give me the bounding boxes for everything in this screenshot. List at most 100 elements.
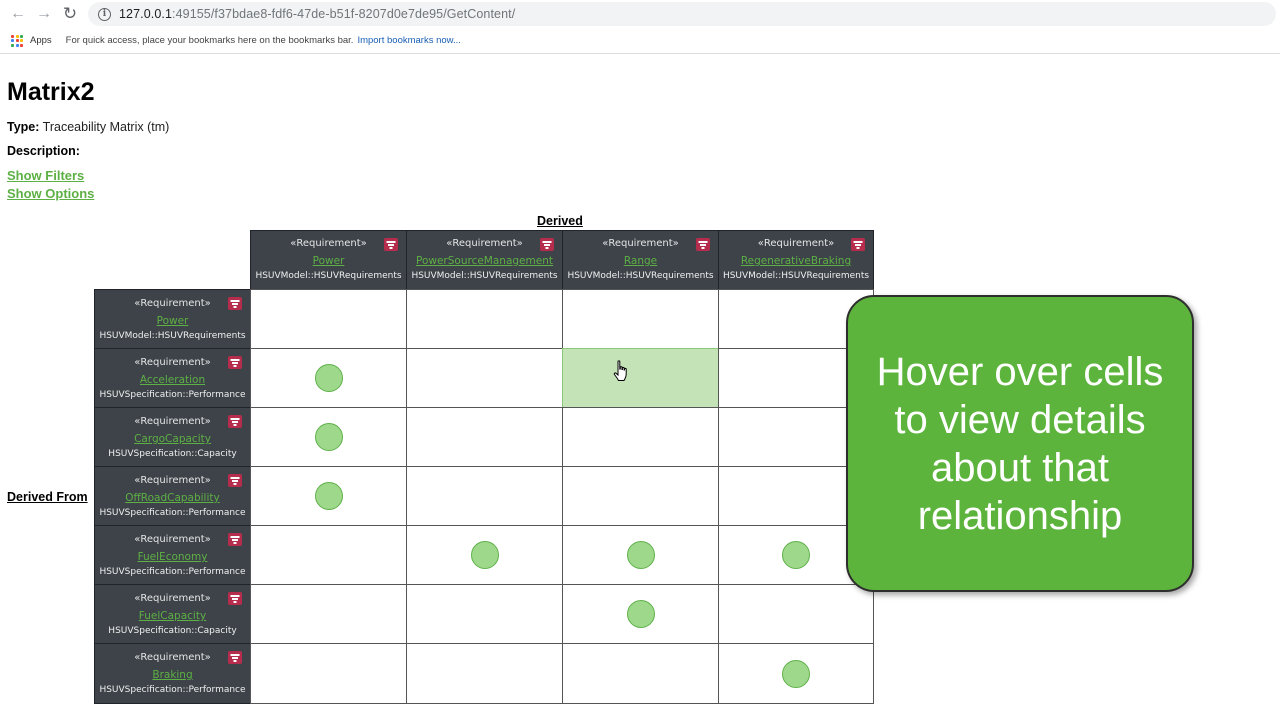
column-package-path: HSUVModel::HSUVRequirements	[567, 271, 714, 281]
matrix-cell[interactable]	[250, 466, 407, 526]
matrix-cell[interactable]	[562, 289, 719, 349]
row-axis-label: Derived From	[7, 490, 88, 504]
relationship-dot[interactable]	[314, 364, 343, 392]
matrix-cell[interactable]	[250, 407, 407, 467]
filter-icon[interactable]	[851, 238, 865, 251]
matrix-cell[interactable]	[562, 525, 719, 585]
bookmarks-bar: Apps For quick access, place your bookma…	[0, 28, 1280, 54]
relationship-dot[interactable]	[470, 541, 499, 569]
matrix-cell[interactable]	[562, 407, 719, 467]
matrix-cell[interactable]	[406, 525, 563, 585]
matrix-cell[interactable]	[562, 466, 719, 526]
row-stereotype: «Requirement»	[134, 593, 211, 604]
row-requirement-link[interactable]: Acceleration	[95, 374, 250, 386]
reload-button[interactable]: ↻	[60, 4, 80, 24]
relationship-dot[interactable]	[314, 423, 343, 451]
row-header: «Requirement» CargoCapacity HSUVSpecific…	[94, 407, 251, 467]
relationship-dot[interactable]	[314, 482, 343, 510]
show-options-link[interactable]: Show Options	[7, 186, 94, 201]
row-stereotype: «Requirement»	[134, 652, 211, 663]
relationship-dot[interactable]	[626, 541, 655, 569]
row-requirement-link[interactable]: Braking	[95, 669, 250, 681]
row-stereotype: «Requirement»	[134, 475, 211, 486]
row-header: «Requirement» FuelCapacity HSUVSpecifica…	[94, 584, 251, 644]
row-header: «Requirement» OffRoadCapability HSUVSpec…	[94, 466, 251, 526]
import-bookmarks-link[interactable]: Import bookmarks now...	[357, 35, 460, 46]
row-requirement-link[interactable]: FuelCapacity	[95, 610, 250, 622]
show-filters-link[interactable]: Show Filters	[7, 168, 84, 183]
matrix-cell[interactable]	[250, 348, 407, 408]
matrix-cell[interactable]	[406, 348, 563, 408]
apps-link[interactable]: Apps	[30, 35, 52, 46]
row-stereotype: «Requirement»	[134, 534, 211, 545]
row-package-path: HSUVSpecification::Capacity	[108, 449, 237, 459]
row-stereotype: «Requirement»	[134, 298, 211, 309]
filter-icon[interactable]	[228, 592, 242, 605]
column-requirement-link[interactable]: Range	[563, 255, 718, 267]
matrix-cell[interactable]	[250, 525, 407, 585]
matrix-cell[interactable]	[406, 584, 563, 644]
row-package-path: HSUVModel::HSUVRequirements	[99, 331, 246, 341]
filter-icon[interactable]	[540, 238, 554, 251]
row-requirement-link[interactable]: CargoCapacity	[95, 433, 250, 445]
row-package-path: HSUVSpecification::Performance	[99, 685, 246, 695]
row-requirement-link[interactable]: FuelEconomy	[95, 551, 250, 563]
row-header: «Requirement» Braking HSUVSpecification:…	[94, 643, 251, 704]
filter-icon[interactable]	[228, 415, 242, 428]
url-host: 127.0.0.1	[119, 7, 173, 21]
row-header: «Requirement» FuelEconomy HSUVSpecificat…	[94, 525, 251, 585]
forward-button[interactable]: →	[34, 4, 54, 24]
row-requirement-link[interactable]: OffRoadCapability	[95, 492, 250, 504]
filter-icon[interactable]	[696, 238, 710, 251]
matrix-cell[interactable]	[562, 348, 719, 408]
matrix-cell[interactable]	[250, 643, 407, 704]
filter-icon[interactable]	[228, 474, 242, 487]
type-value: Traceability Matrix (tm)	[42, 120, 170, 134]
matrix-cell[interactable]	[718, 584, 874, 644]
matrix-cell[interactable]	[406, 289, 563, 349]
row-package-path: HSUVSpecification::Capacity	[108, 626, 237, 636]
row-requirement-link[interactable]: Power	[95, 315, 250, 327]
bookmarks-hint: For quick access, place your bookmarks h…	[65, 35, 354, 46]
filter-icon[interactable]	[228, 356, 242, 369]
column-axis-label: Derived	[537, 214, 583, 228]
address-bar[interactable]: i 127.0.0.1:49155/f37bdae8-fdf6-47de-b51…	[88, 2, 1276, 26]
back-button[interactable]: ←	[8, 4, 28, 24]
info-icon[interactable]: i	[98, 7, 111, 21]
column-header: «Requirement» Power HSUVModel::HSUVRequi…	[250, 230, 407, 290]
column-header: «Requirement» PowerSourceManagement HSUV…	[406, 230, 563, 290]
row-header: «Requirement» Acceleration HSUVSpecifica…	[94, 348, 251, 408]
matrix-cell[interactable]	[562, 643, 719, 704]
matrix-cell[interactable]	[718, 643, 874, 704]
filter-icon[interactable]	[384, 238, 398, 251]
filter-icon[interactable]	[228, 297, 242, 310]
column-requirement-link[interactable]: RegenerativeBraking	[719, 255, 873, 267]
matrix-cell[interactable]	[250, 584, 407, 644]
column-header: «Requirement» Range HSUVModel::HSUVRequi…	[562, 230, 719, 290]
matrix-cell[interactable]	[562, 584, 719, 644]
row-package-path: HSUVSpecification::Performance	[99, 390, 246, 400]
column-requirement-link[interactable]: PowerSourceManagement	[407, 255, 562, 267]
column-stereotype: «Requirement»	[757, 238, 835, 249]
matrix-cell[interactable]	[406, 466, 563, 526]
matrix-cell[interactable]	[250, 289, 407, 349]
column-package-path: HSUVModel::HSUVRequirements	[255, 271, 402, 281]
url-text[interactable]: 127.0.0.1:49155/f37bdae8-fdf6-47de-b51f-…	[119, 7, 515, 21]
row-stereotype: «Requirement»	[134, 416, 211, 427]
url-path: :49155/f37bdae8-fdf6-47de-b51f-8207d0e7d…	[172, 7, 516, 21]
column-requirement-link[interactable]: Power	[251, 255, 406, 267]
column-package-path: HSUVModel::HSUVRequirements	[722, 271, 870, 281]
column-stereotype: «Requirement»	[602, 238, 679, 249]
row-stereotype: «Requirement»	[134, 357, 211, 368]
filter-icon[interactable]	[228, 651, 242, 664]
column-stereotype: «Requirement»	[446, 238, 523, 249]
row-package-path: HSUVSpecification::Performance	[99, 567, 246, 577]
relationship-dot[interactable]	[782, 659, 810, 688]
matrix-cell[interactable]	[406, 643, 563, 704]
matrix-cell[interactable]	[406, 407, 563, 467]
relationship-dot[interactable]	[782, 541, 810, 569]
apps-grid-icon[interactable]	[11, 34, 23, 47]
row-package-path: HSUVSpecification::Performance	[99, 508, 246, 518]
relationship-dot[interactable]	[626, 600, 655, 628]
filter-icon[interactable]	[228, 533, 242, 546]
